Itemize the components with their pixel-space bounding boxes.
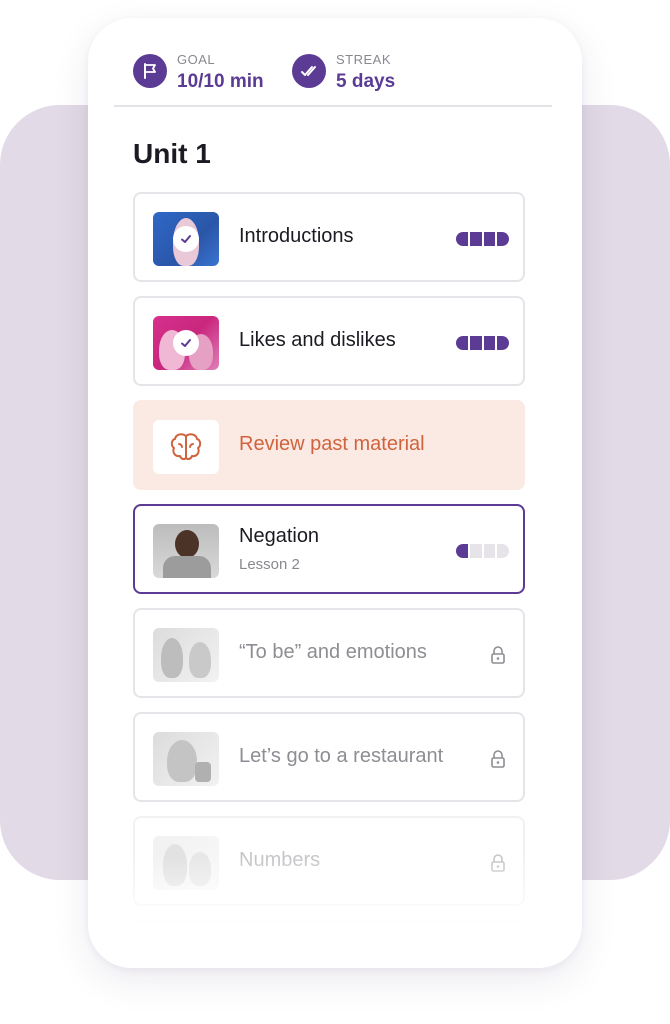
brain-icon [153,420,219,474]
lesson-card-to-be-and-emotions[interactable]: “To be” and emotions [133,608,525,698]
check-icon [173,330,199,356]
streak-label: STREAK [336,52,392,67]
lesson-thumbnail [153,732,219,786]
lesson-subtitle: Lesson 2 [239,556,300,573]
lesson-title: Review past material [239,433,425,455]
lesson-card-negation[interactable]: Negation Lesson 2 [133,504,525,594]
stats-header: GOAL 10/10 min STREAK 5 days [114,18,552,107]
lesson-card-lets-go-to-a-restaurant[interactable]: Let’s go to a restaurant [133,712,525,802]
lesson-thumbnail [153,628,219,682]
phone-screen: GOAL 10/10 min STREAK 5 days Unit 1 Intr… [88,18,582,968]
lesson-title: Negation [239,525,320,547]
unit-title: Unit 1 [133,138,211,169]
double-check-icon [292,54,326,88]
lesson-title: Introductions [239,225,354,247]
lesson-title: Likes and dislikes [239,329,396,351]
goal-label: GOAL [177,52,216,67]
streak-value: 5 days [336,71,396,92]
lesson-title: Let’s go to a restaurant [239,745,444,767]
check-icon [173,226,199,252]
scroll-fade-overlay [88,858,582,968]
lesson-thumbnail [153,524,219,578]
lock-icon [491,646,505,664]
lesson-progress-bar [456,232,509,246]
lock-icon [491,750,505,768]
flag-icon [133,54,167,88]
lesson-progress-bar [456,336,509,350]
lesson-title: “To be” and emotions [239,641,427,663]
lesson-card-introductions[interactable]: Introductions [133,192,525,282]
lesson-thumbnail [153,316,219,370]
goal-value: 10/10 min [177,71,264,92]
lesson-thumbnail [153,212,219,266]
lesson-card-likes-and-dislikes[interactable]: Likes and dislikes [133,296,525,386]
review-past-material-card[interactable]: Review past material [133,400,525,490]
lesson-progress-bar [456,544,509,558]
